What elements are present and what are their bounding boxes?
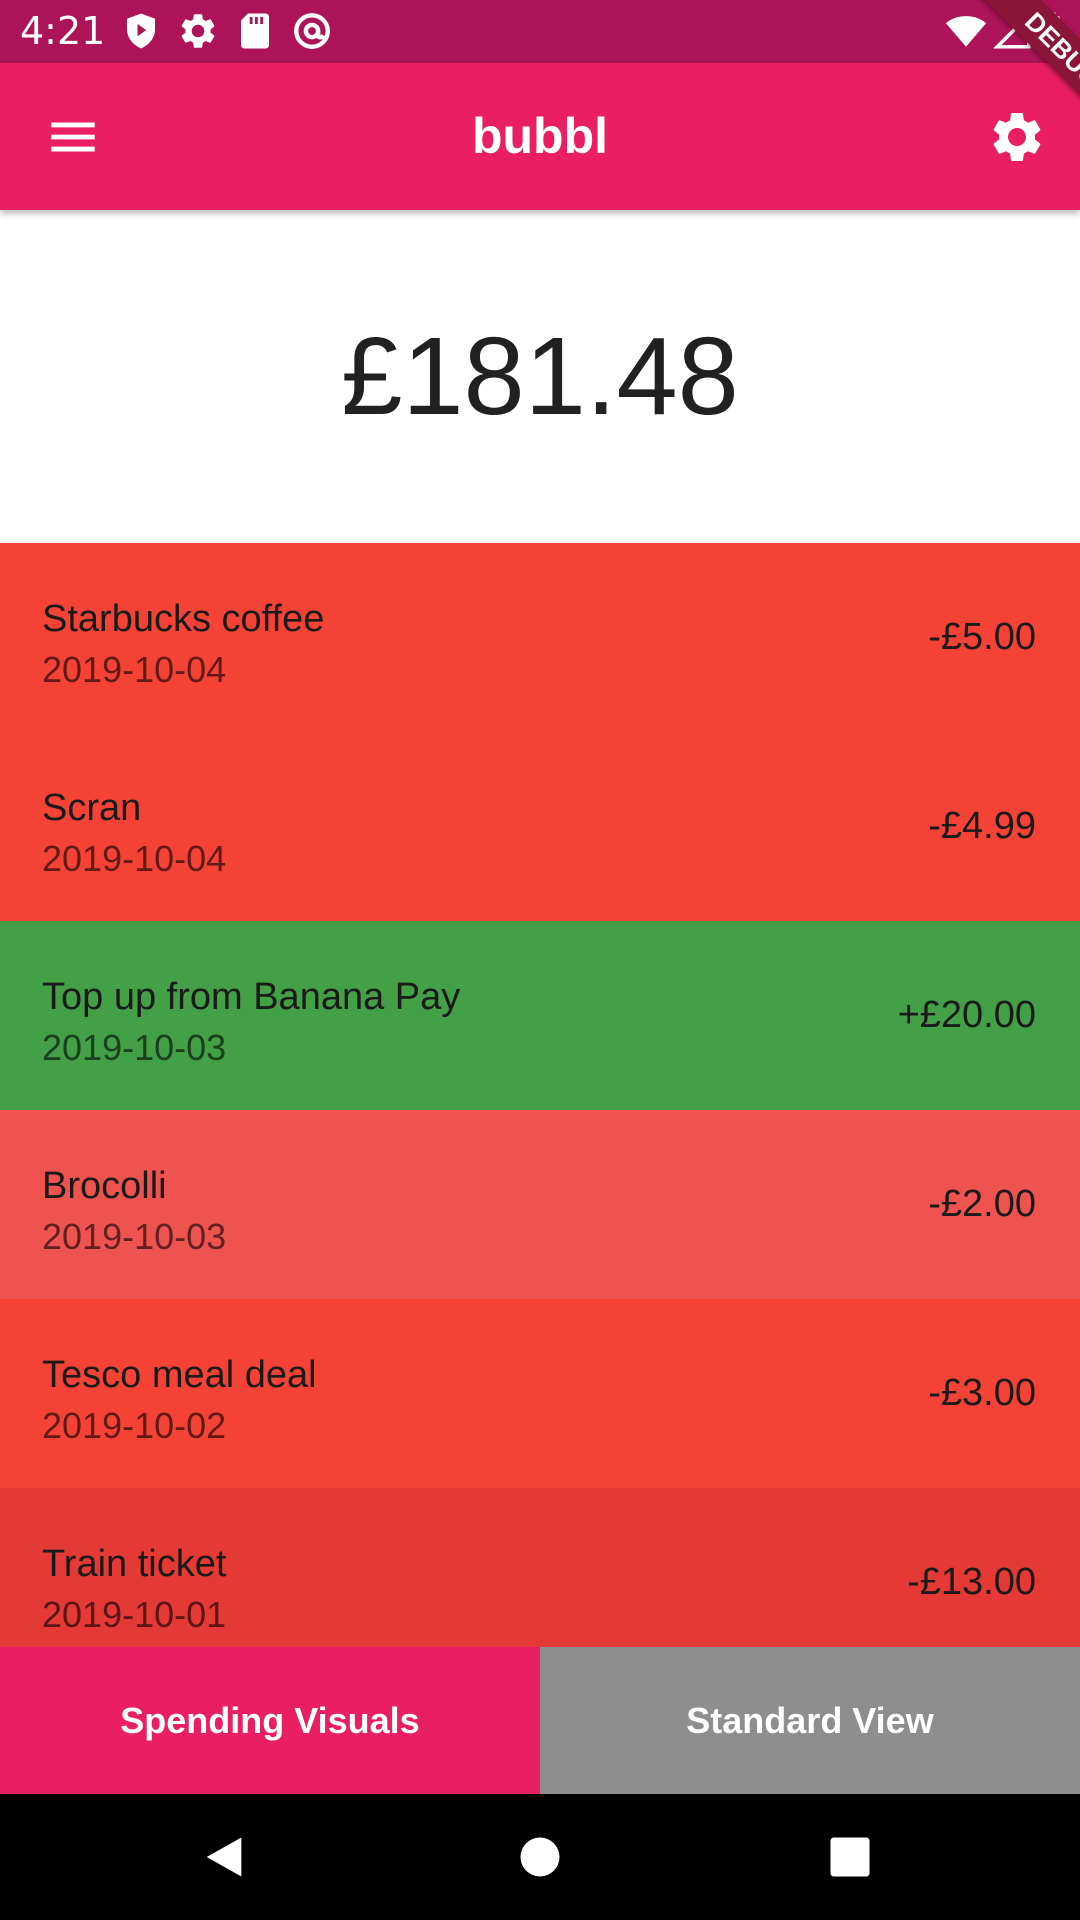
transaction-date: 2019-10-01 — [42, 1594, 227, 1635]
transaction-title: Train ticket — [42, 1543, 227, 1585]
transaction-title: Scran — [42, 787, 142, 829]
app-title: bubbl — [471, 108, 609, 164]
transaction-amount: -£5.00 — [928, 616, 1036, 658]
transaction-date: 2019-10-02 — [42, 1405, 227, 1446]
transaction-row[interactable]: Tesco meal deal 2019-10-02 -£3.00 — [0, 1299, 1080, 1488]
sd-card-icon — [241, 13, 269, 49]
debug-banner: DEBUG — [935, 0, 1080, 145]
bottom-buttons: Spending Visuals Standard View — [0, 1647, 1080, 1794]
standard-view-button[interactable]: Standard View — [540, 1647, 1080, 1794]
gear-icon — [181, 14, 215, 48]
transaction-list[interactable]: Starbucks coffee 2019-10-04 -£5.00 Scran… — [0, 543, 1080, 1647]
transaction-date: 2019-10-03 — [42, 1216, 227, 1257]
back-icon[interactable] — [198, 1831, 250, 1883]
spending-visuals-button[interactable]: Spending Visuals — [0, 1647, 540, 1794]
transaction-title: Top up from Banana Pay — [42, 976, 461, 1018]
transaction-row[interactable]: Scran 2019-10-04 -£4.99 — [0, 732, 1080, 921]
home-icon[interactable] — [514, 1831, 566, 1883]
app-bar: bubbl — [0, 63, 1080, 210]
transaction-row[interactable]: Brocolli 2019-10-03 -£2.00 — [0, 1110, 1080, 1299]
transaction-amount: +£20.00 — [897, 994, 1036, 1036]
balance-amount: £181.48 — [341, 315, 739, 438]
recents-icon[interactable] — [824, 1831, 876, 1883]
status-bar: 4:21 — [0, 0, 1080, 63]
status-time: 4:21 — [20, 9, 106, 53]
transaction-row[interactable]: Starbucks coffee 2019-10-04 -£5.00 — [0, 543, 1080, 732]
debug-label: DEBUG — [978, 0, 1080, 135]
transaction-amount: -£2.00 — [928, 1183, 1036, 1225]
transaction-date: 2019-10-04 — [42, 649, 227, 690]
transaction-row[interactable]: Top up from Banana Pay 2019-10-03 +£20.0… — [0, 921, 1080, 1110]
navigation-bar — [0, 1794, 1080, 1920]
at-sign-icon — [294, 13, 330, 49]
transaction-row[interactable]: Train ticket 2019-10-01 -£13.00 — [0, 1488, 1080, 1647]
transaction-title: Tesco meal deal — [42, 1354, 317, 1396]
transaction-date: 2019-10-03 — [42, 1027, 227, 1068]
shield-icon — [127, 13, 155, 49]
transaction-amount: -£4.99 — [928, 805, 1036, 847]
transaction-date: 2019-10-04 — [42, 838, 227, 879]
transaction-amount: -£3.00 — [928, 1372, 1036, 1414]
transaction-title: Starbucks coffee — [42, 598, 325, 640]
transaction-amount: -£13.00 — [907, 1561, 1036, 1603]
transaction-title: Brocolli — [42, 1165, 167, 1207]
